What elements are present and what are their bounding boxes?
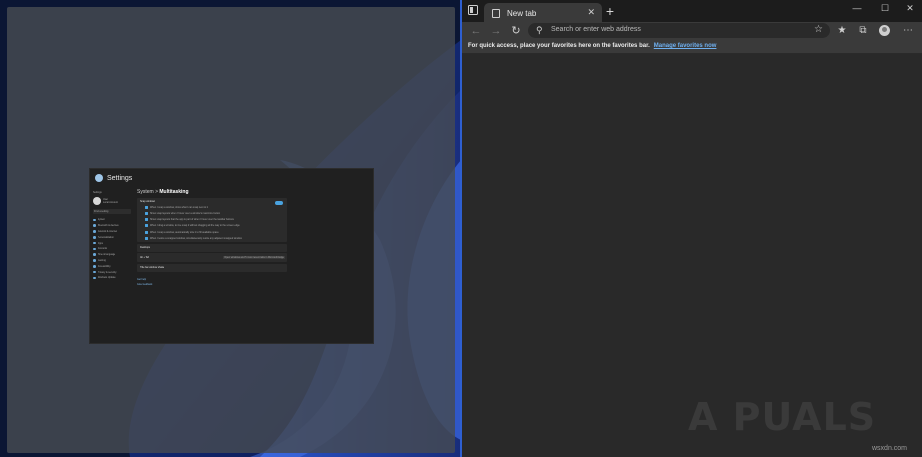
- manage-favorites-link[interactable]: Manage favorites now: [654, 43, 717, 49]
- snap-option-label: Show snap layouts that the app is part o…: [150, 218, 234, 222]
- user-avatar: [93, 197, 101, 205]
- sidebar-item-label: Network & internet: [97, 229, 118, 233]
- more-options-icon[interactable]: ⋯: [900, 23, 916, 39]
- sidebar-item-label: Gaming: [97, 258, 106, 262]
- forward-button[interactable]: →: [488, 23, 504, 39]
- gamepad-icon: [93, 259, 96, 262]
- breadcrumb-separator: >: [155, 189, 158, 195]
- settings-main: System > Multitasking Snap windows When …: [137, 189, 287, 286]
- breadcrumb-parent[interactable]: System: [137, 189, 154, 195]
- settings-search-placeholder: Find a setting: [94, 210, 109, 213]
- profile-avatar[interactable]: [879, 25, 890, 36]
- address-placeholder: Search or enter web address: [551, 26, 641, 33]
- favorites-bar-message: For quick access, place your favorites h…: [468, 43, 650, 49]
- clock-icon: [93, 253, 96, 256]
- snap-windows-title: Snap windows: [140, 199, 156, 203]
- snap-windows-toggle[interactable]: [275, 201, 283, 205]
- settings-gear-icon: [95, 174, 103, 182]
- maximize-button[interactable]: ☐: [875, 3, 895, 14]
- title-bar-shake-card[interactable]: Title bar window shake: [137, 263, 287, 272]
- checkbox[interactable]: [145, 205, 148, 209]
- desktops-title: Desktops: [140, 246, 150, 250]
- tab-actions-icon[interactable]: [468, 5, 478, 15]
- sidebar-item-label: System: [97, 218, 106, 222]
- settings-sidebar: Settings User Local Account Find a setti…: [90, 191, 134, 343]
- give-feedback-link[interactable]: Give feedback: [137, 283, 287, 286]
- settings-sidebar-label: Settings: [93, 191, 102, 194]
- sidebar-item-label: Privacy & security: [97, 270, 117, 274]
- tab-close-icon[interactable]: ✕: [587, 7, 595, 18]
- snap-option-row[interactable]: When I resize a snapped window, simultan…: [137, 235, 287, 241]
- sidebar-item-label: Accessibility: [97, 264, 111, 268]
- snap-option-label: When I snap a window, show what I can sn…: [150, 205, 208, 209]
- settings-title: Settings: [107, 174, 133, 182]
- new-tab-button[interactable]: +: [602, 3, 618, 19]
- sidebar-item-label: Bluetooth & devices: [97, 224, 119, 228]
- settings-titlebar: Settings: [90, 169, 373, 187]
- appuals-logo: A PUALS: [688, 395, 877, 439]
- back-button[interactable]: ←: [468, 23, 484, 39]
- address-bar[interactable]: ⚲ Search or enter web address ☆: [528, 23, 830, 38]
- sidebar-item-label: Apps: [97, 241, 103, 245]
- tab-strip: New tab ✕ + — ☐ ✕: [462, 0, 922, 23]
- update-icon: [93, 276, 96, 280]
- browser-toolbar: ← → ↻ ⚲ Search or enter web address ☆ ★ …: [462, 22, 922, 39]
- desktop-area: Settings Settings User Local Account Fin…: [0, 0, 461, 457]
- person-icon: [93, 247, 96, 251]
- checkbox[interactable]: [145, 224, 148, 228]
- settings-window-thumbnail[interactable]: Settings Settings User Local Account Fin…: [89, 168, 374, 344]
- alt-tab-title: Alt + Tab: [140, 256, 150, 260]
- sidebar-item-update[interactable]: Windows Update: [93, 275, 131, 281]
- site-watermark: wsxdn.com: [872, 445, 908, 452]
- snap-windows-card[interactable]: Snap windows When I snap a window, show …: [137, 198, 287, 243]
- minimize-button[interactable]: —: [847, 3, 867, 13]
- snap-option-label: When I resize a snapped window, simultan…: [150, 236, 242, 240]
- breadcrumb-current: Multitasking: [159, 189, 189, 195]
- get-help-link[interactable]: Get help: [137, 278, 287, 281]
- accessibility-icon: [93, 265, 96, 268]
- favorites-icon[interactable]: ★: [834, 23, 850, 39]
- system-icon: [93, 218, 96, 222]
- checkbox[interactable]: [145, 236, 148, 240]
- refresh-button[interactable]: ↻: [508, 23, 524, 39]
- favorites-bar: For quick access, place your favorites h…: [462, 39, 922, 54]
- brush-icon: [93, 236, 96, 239]
- snap-option-label: When I snap a window, automatically size…: [150, 230, 219, 234]
- tab-new-tab[interactable]: New tab ✕: [484, 3, 602, 23]
- screen: Settings Settings User Local Account Fin…: [0, 0, 922, 457]
- browser-window: New tab ✕ + — ☐ ✕ ← → ↻ ⚲ Search or ente…: [462, 0, 922, 457]
- user-email: Local Account: [103, 201, 118, 204]
- checkbox[interactable]: [145, 218, 148, 222]
- alt-tab-dropdown[interactable]: Open windows and 5 most recent tabs in M…: [223, 256, 285, 260]
- collections-icon[interactable]: ⧉: [855, 23, 871, 39]
- desktops-card[interactable]: Desktops: [137, 243, 287, 252]
- tab-label: New tab: [507, 8, 537, 18]
- checkbox[interactable]: [145, 230, 148, 234]
- sidebar-item-label: Accounts: [97, 247, 108, 251]
- snap-option-label: Show snap layouts when I hover over a wi…: [150, 211, 221, 215]
- sidebar-item-label: Personalization: [97, 235, 114, 239]
- alt-tab-card[interactable]: Alt + Tab Open windows and 5 most recent …: [137, 253, 287, 263]
- page-icon: [492, 8, 500, 18]
- search-icon: ⚲: [536, 25, 543, 35]
- title-bar-shake-title: Title bar window shake: [140, 266, 165, 270]
- snap-option-label: When I drag a window, let me snap it wit…: [150, 224, 240, 228]
- checkbox[interactable]: [145, 211, 148, 215]
- sidebar-item-label: Time & language: [97, 253, 116, 257]
- apps-icon: [93, 241, 96, 245]
- settings-search-input[interactable]: Find a setting: [93, 209, 131, 214]
- breadcrumb: System > Multitasking: [137, 189, 287, 195]
- bluetooth-icon: [93, 224, 96, 227]
- close-button[interactable]: ✕: [900, 3, 920, 14]
- network-icon: [93, 230, 96, 233]
- shield-icon: [93, 270, 96, 274]
- sidebar-item-label: Windows Update: [97, 276, 116, 280]
- add-favorite-icon[interactable]: ☆: [814, 24, 823, 35]
